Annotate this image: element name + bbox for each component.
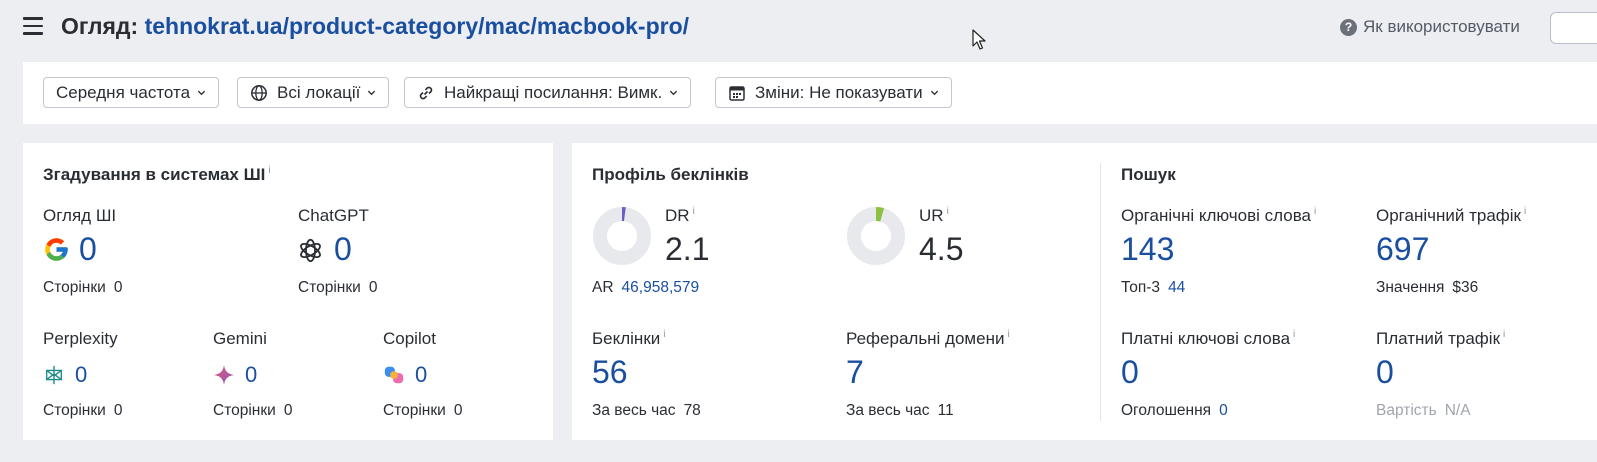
ar-metric: AR 46,958,579 [592,279,700,296]
link-icon [419,86,433,99]
organic-keywords-label: Органічні ключові слова i [1121,206,1317,225]
perplexity-pages: Сторінки 0 [43,402,123,419]
ai-overview-value[interactable]: 0 [79,231,97,268]
traffic-value: Значення $36 [1376,279,1479,296]
info-icon[interactable]: i [947,206,949,217]
volume-mode-dropdown[interactable]: Середня частота [43,77,220,108]
backlinks-value[interactable]: 56 [592,354,628,391]
backlink-profile-title: Профіль беклінків [592,165,749,184]
perplexity-value[interactable]: 0 [75,362,87,388]
calendar-icon [729,85,745,101]
google-icon [45,238,68,261]
organic-traffic-label: Органічний трафік i [1376,206,1527,225]
info-icon[interactable]: i [1007,329,1009,340]
organic-keywords-value[interactable]: 143 [1121,231,1174,268]
chatgpt-icon [300,238,321,263]
paid-traffic-cost: Вартість N/A [1376,402,1471,419]
search-title: Пошук [1121,165,1176,184]
backlinks-all-time: За весь час 78 [592,402,701,419]
page-title: Огляд: tehnokrat.ua/product-category/mac… [61,13,689,40]
ur-value: 4.5 [919,231,964,267]
paid-traffic-value[interactable]: 0 [1376,354,1394,391]
ur-donut [847,207,905,265]
dr-label: DR i [665,206,695,225]
copilot-icon [384,366,404,384]
dr-donut [593,207,651,265]
page-title-url[interactable]: tehnokrat.ua/product-category/mac/macboo… [145,13,689,39]
filter-bar: Середня частота Всі локації Найкращі пос… [23,62,1597,124]
info-icon[interactable]: i [663,329,665,340]
question-icon: ? [1340,18,1357,36]
filter-label: Зміни: Не показувати [755,82,923,102]
chevron-down-icon [670,90,678,96]
gemini-icon [213,364,235,386]
info-icon[interactable]: i [1524,206,1526,217]
gemini-label: Gemini [213,329,267,348]
chatgpt-value[interactable]: 0 [334,231,352,268]
ref-domains-label: Реферальні домени i [846,329,1010,348]
organic-traffic-value[interactable]: 697 [1376,231,1429,268]
hamburger-menu-icon[interactable] [23,17,43,35]
ads-count: Оголошення 0 [1121,402,1228,419]
chatgpt-pages: Сторінки 0 [298,279,378,296]
top-bar: Огляд: tehnokrat.ua/product-category/mac… [0,0,1597,56]
ai-mentions-title: Згадування в системах ШІ i [43,165,271,184]
ai-mentions-card: Згадування в системах ШІ i Огляд ШІ 0 Сто… [23,143,553,440]
paid-traffic-label: Платний трафік i [1376,329,1506,348]
ai-overview-pages: Сторінки 0 [43,279,123,296]
chatgpt-label: ChatGPT [298,206,369,225]
dr-value: 2.1 [665,231,710,267]
globe-icon [251,84,267,101]
info-icon[interactable]: i [268,165,270,176]
overview-metrics-card: Профіль беклінків DR i 2.1 AR 46,958,579 U… [572,143,1597,440]
section-divider [1100,163,1101,421]
gemini-pages: Сторінки 0 [213,402,293,419]
mouse-cursor-icon [972,29,986,50]
chevron-down-icon [368,90,376,96]
filter-label: Середня частота [56,82,191,102]
top3-keywords: Топ-3 44 [1121,279,1186,296]
paid-keywords-label: Платні ключові слова i [1121,329,1296,348]
perplexity-icon [45,365,63,385]
filter-label: Найкращі посилання: Вимк. [444,82,663,102]
locations-dropdown[interactable]: Всі локації [237,77,390,108]
info-icon[interactable]: i [1503,329,1505,340]
help-label: Як використовувати [1363,17,1520,36]
help-link[interactable]: ? Як використовувати [1340,17,1520,37]
ai-overview-label: Огляд ШІ [43,206,117,225]
backlinks-label: Беклінки i [592,329,666,348]
ref-domains-all-time: За весь час 11 [846,402,954,419]
copilot-value[interactable]: 0 [415,362,427,388]
changes-dropdown[interactable]: Зміни: Не показувати [715,77,952,108]
copilot-label: Copilot [383,329,436,348]
chevron-down-icon [930,90,938,96]
copilot-pages: Сторінки 0 [383,402,463,419]
chevron-down-icon [197,90,206,96]
filter-label: Всі локації [277,82,361,102]
info-icon[interactable]: i [1293,329,1295,340]
info-icon[interactable]: i [693,206,695,217]
settings-button[interactable] [1550,12,1597,44]
best-links-dropdown[interactable]: Найкращі посилання: Вимк. [404,77,692,108]
gemini-value[interactable]: 0 [245,362,257,388]
perplexity-label: Perplexity [43,329,118,348]
ref-domains-value[interactable]: 7 [846,354,864,391]
paid-keywords-value[interactable]: 0 [1121,354,1139,391]
info-icon[interactable]: i [1314,206,1316,217]
page-title-prefix: Огляд: [61,13,145,39]
ur-label: UR i [919,206,949,225]
